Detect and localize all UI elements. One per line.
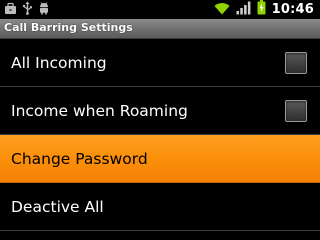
- settings-list: All Incoming Income when Roaming Change …: [0, 39, 320, 240]
- signal-icon: [236, 0, 251, 19]
- checkbox-income-when-roaming[interactable]: [285, 99, 307, 122]
- status-indicators: 10:46: [214, 0, 314, 19]
- usb-icon: [22, 0, 33, 19]
- android-debug-icon: [38, 0, 50, 19]
- list-item-label: All Incoming: [11, 53, 107, 72]
- page-title: Call Barring Settings: [4, 21, 133, 34]
- briefcase-icon: [4, 0, 17, 19]
- list-item-income-when-roaming[interactable]: Income when Roaming: [0, 87, 320, 135]
- checkbox-all-incoming[interactable]: [285, 51, 307, 74]
- list-item-all-incoming[interactable]: All Incoming: [0, 39, 320, 87]
- battery-charging-icon: [257, 0, 266, 19]
- wifi-icon: [214, 0, 230, 19]
- status-notifications: [4, 0, 50, 19]
- list-item-label: Income when Roaming: [11, 101, 188, 120]
- title-bar: Call Barring Settings: [0, 19, 320, 39]
- list-item-deactive-all[interactable]: Deactive All: [0, 183, 320, 231]
- list-item-label: Change Password: [11, 149, 148, 168]
- list-item-label: Deactive All: [11, 197, 104, 216]
- list-item-change-password[interactable]: Change Password: [0, 135, 320, 183]
- status-bar: 10:46: [0, 0, 320, 19]
- clock: 10:46: [271, 2, 314, 17]
